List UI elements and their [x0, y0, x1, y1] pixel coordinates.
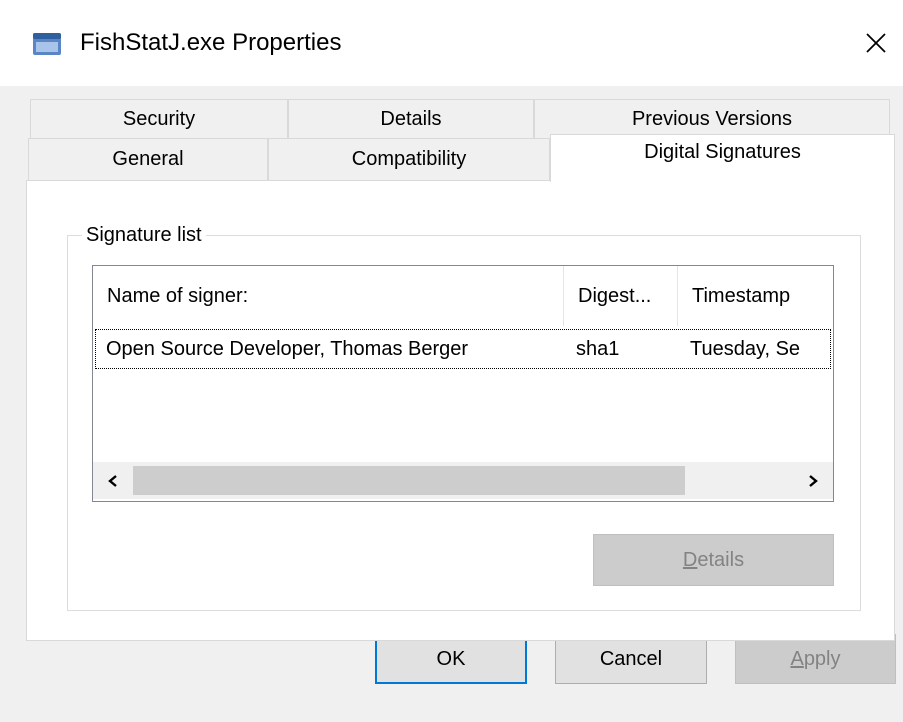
column-header-label: Name of signer: — [107, 284, 249, 307]
tab-compatibility[interactable]: Compatibility — [268, 138, 550, 180]
horizontal-scrollbar[interactable] — [93, 462, 833, 499]
application-window-icon — [33, 33, 61, 55]
details-mnemonic: D — [682, 548, 698, 571]
ok-label: OK — [436, 647, 466, 670]
details-button[interactable]: Details — [593, 534, 834, 586]
tab-previous-versions[interactable]: Previous Versions — [534, 99, 890, 138]
properties-dialog: FishStatJ.exe Properties Security Detail… — [0, 0, 903, 722]
column-header-label: Timestamp — [692, 284, 791, 307]
column-header-signer[interactable]: Name of signer: — [93, 266, 563, 326]
cancel-button[interactable]: Cancel — [555, 634, 707, 684]
tab-panel-digital-signatures: Signature list Name of signer: Digest...… — [26, 180, 895, 641]
ok-button[interactable]: OK — [375, 634, 527, 684]
tab-label: Security — [122, 107, 196, 130]
apply-button[interactable]: Apply — [735, 634, 896, 684]
tab-security[interactable]: Security — [30, 99, 288, 138]
column-header-digest[interactable]: Digest... — [564, 266, 677, 326]
details-label: etails — [697, 548, 745, 571]
scrollbar-thumb[interactable] — [133, 466, 685, 495]
timestamp-cell: Tuesday, Se — [690, 337, 801, 360]
cancel-label: Cancel — [599, 647, 663, 670]
digest-cell: sha1 — [576, 337, 620, 360]
title-bar: FishStatJ.exe Properties — [0, 0, 903, 86]
list-header: Name of signer: Digest... Timestamp — [93, 266, 833, 326]
tab-label: Previous Versions — [631, 107, 793, 130]
scroll-right-button[interactable] — [793, 462, 833, 499]
signature-list[interactable]: Name of signer: Digest... Timestamp Open… — [92, 265, 834, 502]
column-header-label: Digest... — [578, 284, 652, 307]
scroll-left-button[interactable] — [93, 462, 133, 499]
signer-name-cell: Open Source Developer, Thomas Berger — [106, 337, 469, 360]
tab-details[interactable]: Details — [288, 99, 534, 138]
signature-list-group: Signature list Name of signer: Digest...… — [67, 222, 861, 611]
tab-label: Details — [380, 107, 442, 130]
column-header-timestamp[interactable]: Timestamp — [678, 266, 833, 326]
apply-mnemonic: A — [790, 647, 804, 670]
list-item[interactable]: Open Source Developer, Thomas Berger sha… — [95, 329, 831, 369]
window-title: FishStatJ.exe Properties — [80, 29, 342, 56]
tab-label: General — [112, 148, 184, 170]
tab-general[interactable]: General — [28, 138, 268, 180]
tab-label: Digital Signatures — [644, 141, 801, 163]
chevron-left-icon — [108, 474, 117, 487]
tab-label: Compatibility — [351, 148, 467, 170]
group-label: Signature list — [82, 222, 206, 248]
chevron-right-icon — [809, 474, 818, 487]
close-icon — [866, 33, 886, 53]
apply-label: pply — [803, 647, 841, 670]
tab-digital-signatures[interactable]: Digital Signatures — [550, 134, 895, 182]
close-button[interactable] — [852, 18, 900, 68]
